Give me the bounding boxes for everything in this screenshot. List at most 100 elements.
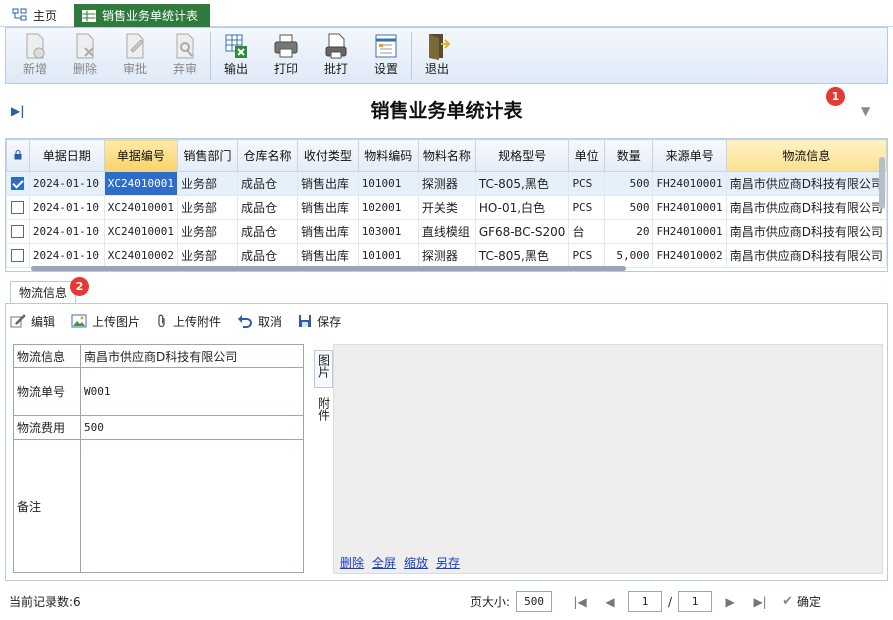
column-header[interactable]: 物料编码: [357, 139, 419, 172]
table-cell[interactable]: XC24010001: [103, 195, 178, 220]
table-cell[interactable]: FH24010001: [652, 195, 727, 220]
table-cell[interactable]: PCS: [568, 243, 605, 268]
table-cell[interactable]: 销售出库: [297, 219, 359, 244]
table-cell-current[interactable]: XC24010001: [103, 171, 178, 196]
table-cell[interactable]: PCS: [568, 195, 605, 220]
cancel-button[interactable]: 取消: [237, 313, 282, 330]
table-cell[interactable]: 103001: [357, 219, 419, 244]
table-cell[interactable]: 业务部: [176, 171, 238, 196]
tab-sales-report[interactable]: 销售业务单统计表: [74, 4, 210, 27]
table-cell[interactable]: 成品仓: [236, 219, 299, 244]
confirm-button[interactable]: ✔ 确定: [782, 593, 821, 610]
table-cell[interactable]: 2024-01-10: [28, 243, 105, 268]
table-cell[interactable]: 销售出库: [297, 171, 359, 196]
table-cell[interactable]: 成品仓: [236, 195, 299, 220]
table-cell[interactable]: 南昌市供应商D科技有限公司: [725, 219, 887, 244]
table-cell[interactable]: FH24010001: [652, 171, 727, 196]
upload-attachment-button[interactable]: 上传附件: [156, 313, 221, 330]
table-cell[interactable]: 业务部: [176, 195, 238, 220]
table-cell[interactable]: FH24010001: [652, 219, 727, 244]
table-cell[interactable]: 成品仓: [236, 243, 299, 268]
column-header[interactable]: 收付类型: [297, 139, 359, 172]
table-cell[interactable]: PCS: [568, 171, 605, 196]
exit-button[interactable]: 退出: [412, 28, 462, 83]
table-cell[interactable]: TC-805,黑色: [474, 243, 570, 268]
last-page-icon[interactable]: ▶|: [748, 595, 772, 609]
fullscreen-link[interactable]: 全屏: [372, 554, 396, 571]
delete-button[interactable]: 删除: [60, 28, 110, 83]
table-cell[interactable]: 销售出库: [297, 243, 359, 268]
column-header[interactable]: 仓库名称: [236, 139, 299, 172]
column-header[interactable]: 单据日期: [28, 139, 105, 172]
table-row[interactable]: 2024-01-10 XC24010001 业务部 成品仓 销售出库 10100…: [6, 171, 887, 196]
print-button[interactable]: 打印: [261, 28, 311, 83]
next-page-icon[interactable]: ▶: [718, 595, 742, 609]
page-size-input[interactable]: 500: [516, 591, 553, 612]
settings-button[interactable]: 设置: [361, 28, 411, 83]
table-cell[interactable]: 南昌市供应商D科技有限公司: [725, 171, 887, 196]
prev-page-icon[interactable]: ◀: [598, 595, 622, 609]
tracking-number-field[interactable]: W001: [80, 368, 303, 415]
table-cell[interactable]: 5,000: [603, 243, 654, 268]
table-row[interactable]: 2024-01-10 XC24010001 业务部 成品仓 销售出库 10300…: [6, 219, 887, 244]
save-as-link[interactable]: 另存: [436, 554, 460, 571]
lock-column-header[interactable]: [6, 139, 30, 172]
table-cell[interactable]: 探测器: [417, 243, 476, 268]
edit-button[interactable]: 编辑: [10, 313, 55, 330]
table-cell[interactable]: TC-805,黑色: [474, 171, 570, 196]
table-cell[interactable]: 成品仓: [236, 171, 299, 196]
column-header[interactable]: 规格型号: [474, 139, 570, 172]
zoom-link[interactable]: 缩放: [404, 554, 428, 571]
tab-attachment[interactable]: 附件: [314, 394, 333, 432]
remark-field[interactable]: [80, 440, 303, 572]
table-cell[interactable]: 销售出库: [297, 195, 359, 220]
table-cell[interactable]: 2024-01-10: [28, 219, 105, 244]
unapprove-button[interactable]: 弃审: [160, 28, 210, 83]
save-button[interactable]: 保存: [298, 313, 341, 330]
current-page-input[interactable]: 1: [628, 591, 663, 612]
table-cell[interactable]: 南昌市供应商D科技有限公司: [725, 195, 887, 220]
tab-home[interactable]: 主页: [6, 4, 63, 26]
table-cell[interactable]: 台: [568, 219, 605, 244]
table-cell[interactable]: 业务部: [176, 219, 238, 244]
table-cell[interactable]: 2024-01-10: [28, 195, 105, 220]
table-cell[interactable]: 20: [603, 219, 654, 244]
horizontal-scrollbar[interactable]: [31, 266, 626, 271]
table-cell[interactable]: 2024-01-10: [28, 171, 105, 196]
row-checkbox[interactable]: [6, 243, 30, 268]
table-cell[interactable]: 101001: [357, 171, 419, 196]
logistics-fee-field[interactable]: 500: [80, 416, 303, 439]
column-header[interactable]: 物流信息: [725, 139, 887, 172]
table-cell[interactable]: XC24010001: [103, 219, 178, 244]
column-header[interactable]: 物料名称: [417, 139, 476, 172]
column-header[interactable]: 销售部门: [176, 139, 238, 172]
column-header[interactable]: 单位: [568, 139, 605, 172]
row-checkbox[interactable]: [6, 171, 30, 196]
row-checkbox[interactable]: [6, 195, 30, 220]
delete-image-link[interactable]: 删除: [340, 554, 364, 571]
table-row[interactable]: 2024-01-10 XC24010002 业务部 成品仓 销售出库 10100…: [6, 243, 887, 268]
table-cell[interactable]: 南昌市供应商D科技有限公司: [725, 243, 887, 268]
table-cell[interactable]: 探测器: [417, 171, 476, 196]
first-page-icon[interactable]: |◀: [568, 595, 592, 609]
table-cell[interactable]: 500: [603, 171, 654, 196]
table-cell[interactable]: 业务部: [176, 243, 238, 268]
tab-logistics-info[interactable]: 物流信息: [10, 281, 77, 303]
table-cell[interactable]: 开关类: [417, 195, 476, 220]
export-button[interactable]: 输出: [211, 28, 261, 83]
batch-print-button[interactable]: 批打: [311, 28, 361, 83]
vertical-scrollbar[interactable]: [879, 157, 885, 209]
row-checkbox[interactable]: [6, 219, 30, 244]
approve-button[interactable]: 审批: [110, 28, 160, 83]
table-cell[interactable]: 102001: [357, 195, 419, 220]
dropdown-icon[interactable]: ▼: [861, 104, 870, 118]
column-header[interactable]: 数量: [603, 139, 654, 172]
table-cell[interactable]: FH24010002: [652, 243, 727, 268]
new-button[interactable]: 新增: [10, 28, 60, 83]
column-header[interactable]: 单据编号: [103, 139, 178, 172]
table-cell[interactable]: 直线模组: [417, 219, 476, 244]
table-cell[interactable]: 500: [603, 195, 654, 220]
table-cell[interactable]: 101001: [357, 243, 419, 268]
table-cell[interactable]: HO-01,白色: [474, 195, 570, 220]
tab-image[interactable]: 图片: [314, 350, 333, 388]
